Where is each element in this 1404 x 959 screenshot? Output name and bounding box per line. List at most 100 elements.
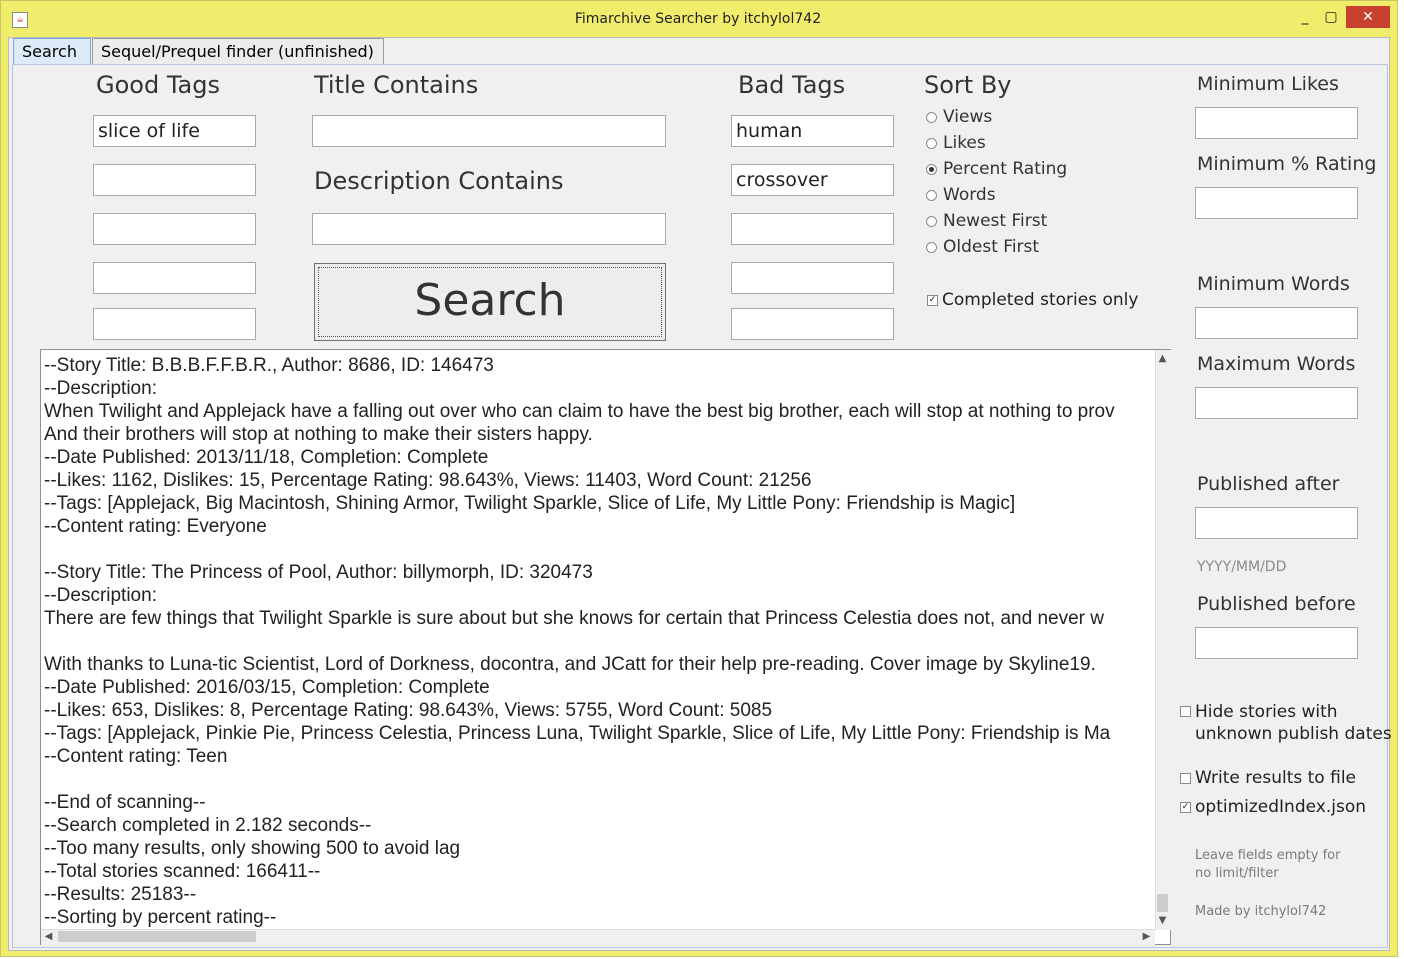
empty-fields-hint-line2: no limit/filter <box>1195 866 1279 881</box>
radio-button-icon[interactable] <box>926 190 937 201</box>
result-line: --Too many results, only showing 500 to … <box>44 838 461 859</box>
credit-text: Made by itchylol742 <box>1195 904 1327 919</box>
good-tag-field-3[interactable] <box>93 213 256 245</box>
sort-option-label: Views <box>943 107 993 127</box>
close-button[interactable]: ✕ <box>1346 6 1390 28</box>
title-contains-header: Title Contains <box>314 71 479 99</box>
result-line: --Content rating: Everyone <box>44 516 267 537</box>
result-line: --Story Title: The Princess of Pool, Aut… <box>44 562 593 583</box>
published-after-field[interactable] <box>1195 507 1358 539</box>
radio-button-icon[interactable] <box>926 164 937 175</box>
optimized-index-label: optimizedIndex.json <box>1195 797 1366 817</box>
sort-by-header: Sort By <box>924 71 1012 99</box>
sort-option-label: Words <box>943 185 996 205</box>
result-line: --Content rating: Teen <box>44 746 228 767</box>
result-line <box>44 768 1154 791</box>
window-title: Fimarchive Searcher by itchylol742 <box>574 11 822 27</box>
result-line: --Sorting by percent rating-- <box>44 907 277 928</box>
tab-sequel-prequel-finder[interactable]: Sequel/Prequel finder (unfinished) <box>92 38 384 64</box>
result-line: With thanks to Luna-tic Scientist, Lord … <box>44 654 1096 675</box>
sort-option-views[interactable]: Views <box>926 107 1126 129</box>
hide-unknown-dates-label-line2: unknown publish dates <box>1195 724 1392 744</box>
result-line: --End of scanning-- <box>44 792 206 813</box>
result-line: --Story Title: B.B.B.F.F.B.R., Author: 8… <box>44 355 494 376</box>
optimized-index-checkbox[interactable]: ✓ <box>1180 802 1191 813</box>
bad-tag-field-2[interactable] <box>731 164 894 196</box>
result-line: --Date Published: 2013/11/18, Completion… <box>44 447 489 468</box>
result-line: --Description: <box>44 585 157 606</box>
result-line <box>44 538 1154 561</box>
bad-tags-header: Bad Tags <box>738 71 846 99</box>
vertical-scrollbar[interactable] <box>1155 350 1171 930</box>
scroll-right-arrow-icon[interactable]: ▶ <box>1139 929 1154 944</box>
results-text-area[interactable]: --Story Title: B.B.B.F.F.B.R., Author: 8… <box>40 349 1171 945</box>
result-line: --Likes: 653, Dislikes: 8, Percentage Ra… <box>44 700 773 721</box>
scroll-down-arrow-icon[interactable]: ▼ <box>1155 913 1170 928</box>
result-line: When Twilight and Applejack have a falli… <box>44 401 1115 422</box>
result-line: --Likes: 1162, Dislikes: 15, Percentage … <box>44 470 812 491</box>
horizontal-scroll-thumb[interactable] <box>58 931 256 942</box>
sort-option-label: Likes <box>943 133 986 153</box>
published-before-label: Published before <box>1197 593 1356 615</box>
result-line: And their brothers will stop at nothing … <box>44 424 593 445</box>
good-tag-field-2[interactable] <box>93 164 256 196</box>
title-contains-field[interactable] <box>312 115 666 147</box>
result-line: --Tags: [Applejack, Big Macintosh, Shini… <box>44 493 1016 514</box>
bad-tag-field-3[interactable] <box>731 213 894 245</box>
good-tag-field-4[interactable] <box>93 262 256 294</box>
sort-option-percent-rating[interactable]: Percent Rating <box>926 159 1126 181</box>
radio-button-icon[interactable] <box>926 242 937 253</box>
sort-option-label: Oldest First <box>943 237 1040 257</box>
radio-button-icon[interactable] <box>926 112 937 123</box>
sort-option-label: Percent Rating <box>943 159 1068 179</box>
description-contains-field[interactable] <box>312 213 666 245</box>
maximize-button[interactable]: ▢ <box>1318 8 1344 26</box>
minimize-button[interactable]: _ <box>1292 8 1318 26</box>
sort-option-likes[interactable]: Likes <box>926 133 1126 155</box>
published-before-field[interactable] <box>1195 627 1358 659</box>
result-line: --Date Published: 2016/03/15, Completion… <box>44 677 490 698</box>
completed-only-label: Completed stories only <box>942 290 1139 310</box>
hide-unknown-dates-checkbox[interactable] <box>1180 706 1191 717</box>
good-tag-field-1[interactable] <box>93 115 256 147</box>
empty-fields-hint-line1: Leave fields empty for <box>1195 848 1341 863</box>
good-tag-field-5[interactable] <box>93 308 256 340</box>
result-line: There are few things that Twilight Spark… <box>44 608 1104 629</box>
bad-tag-field-4[interactable] <box>731 262 894 294</box>
scroll-up-arrow-icon[interactable]: ▲ <box>1155 351 1170 366</box>
radio-button-icon[interactable] <box>926 216 937 227</box>
sort-option-label: Newest First <box>943 211 1048 231</box>
result-line: --Tags: [Applejack, Pinkie Pie, Princess… <box>44 723 1111 744</box>
bad-tag-field-1[interactable] <box>731 115 894 147</box>
result-line: --Results: 25183-- <box>44 884 197 905</box>
published-after-label: Published after <box>1197 473 1340 495</box>
radio-button-icon[interactable] <box>926 138 937 149</box>
result-line <box>44 630 1154 653</box>
min-words-field[interactable] <box>1195 307 1358 339</box>
sort-option-words[interactable]: Words <box>926 185 1126 207</box>
tab-search[interactable]: Search <box>13 38 91 64</box>
bad-tag-field-5[interactable] <box>731 308 894 340</box>
good-tags-header: Good Tags <box>96 71 220 99</box>
write-to-file-label: Write results to file <box>1195 768 1357 788</box>
sort-option-newest-first[interactable]: Newest First <box>926 211 1126 233</box>
completed-only-checkbox[interactable]: ✓ <box>927 295 938 306</box>
min-words-label: Minimum Words <box>1197 273 1350 295</box>
result-line: --Search completed in 2.182 seconds-- <box>44 815 372 836</box>
result-line: --Description: <box>44 378 157 399</box>
description-contains-header: Description Contains <box>314 167 564 195</box>
min-likes-label: Minimum Likes <box>1197 73 1339 95</box>
min-likes-field[interactable] <box>1195 107 1358 139</box>
max-words-label: Maximum Words <box>1197 353 1356 375</box>
hide-unknown-dates-label-line1: Hide stories with <box>1195 702 1338 722</box>
min-rating-label: Minimum % Rating <box>1197 153 1377 175</box>
result-line: --Total stories scanned: 166411-- <box>44 861 321 882</box>
max-words-field[interactable] <box>1195 387 1358 419</box>
min-rating-field[interactable] <box>1195 187 1358 219</box>
date-format-hint: YYYY/MM/DD <box>1197 559 1287 575</box>
vertical-scroll-thumb[interactable] <box>1157 894 1168 912</box>
scroll-left-arrow-icon[interactable]: ◀ <box>41 929 56 944</box>
write-to-file-checkbox[interactable] <box>1180 773 1191 784</box>
sort-option-oldest-first[interactable]: Oldest First <box>926 237 1126 259</box>
search-button[interactable]: Search <box>314 263 666 341</box>
